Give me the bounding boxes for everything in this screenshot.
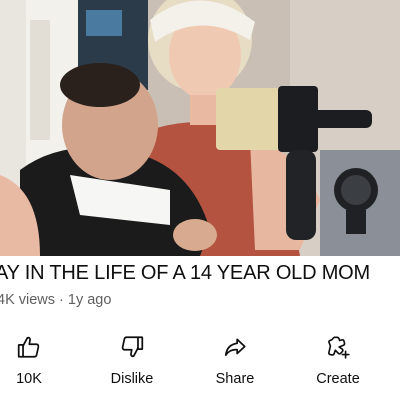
dislike-button[interactable]: Dislike <box>87 330 177 392</box>
video-meta: 4K views · 1y ago <box>0 292 111 308</box>
thumbs-up-icon <box>16 334 42 360</box>
like-count: 10K <box>16 371 42 387</box>
dislike-label: Dislike <box>110 371 154 387</box>
create-label: Create <box>316 371 360 387</box>
video-title[interactable]: AY IN THE LIFE OF A 14 YEAR OLD MOM <box>0 261 400 285</box>
share-icon <box>222 334 248 360</box>
video-thumbnail <box>0 0 400 256</box>
create-button[interactable]: Create <box>293 330 383 392</box>
view-count: 4K views <box>0 292 56 308</box>
like-button[interactable]: 10K <box>0 330 74 392</box>
thumbs-down-icon <box>119 334 145 360</box>
upload-age: 1y ago <box>67 292 112 308</box>
video-player[interactable] <box>0 0 400 256</box>
create-icon <box>325 334 351 360</box>
share-button[interactable]: Share <box>190 330 280 392</box>
share-label: Share <box>215 371 255 387</box>
action-bar: 10K Dislike Share Create <box>0 330 400 394</box>
meta-separator: · <box>59 292 64 308</box>
